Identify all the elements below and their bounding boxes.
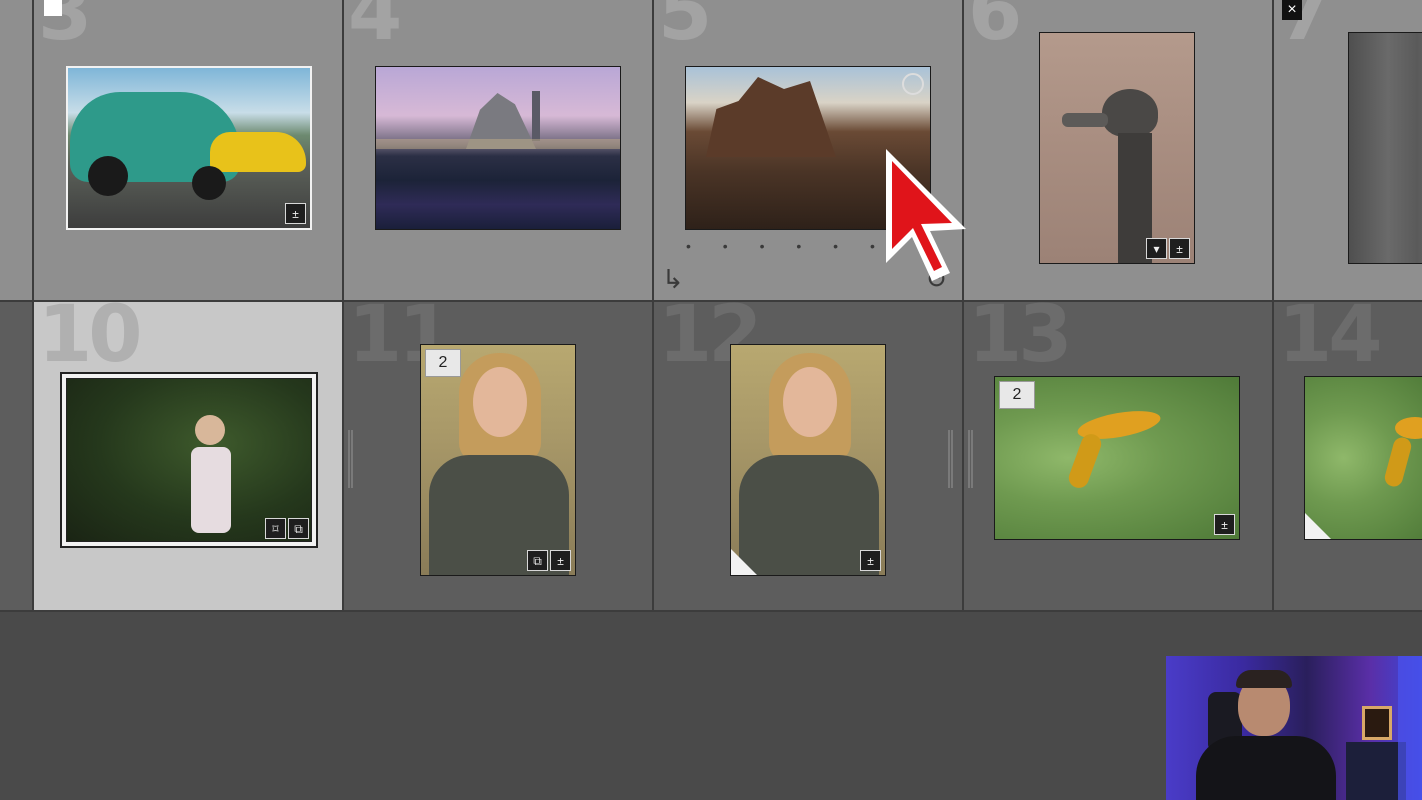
photo-thumbnail-smiling-woman[interactable]: 2 ⧉ ± xyxy=(420,344,576,576)
thumbnail-badges: ⌑ ⧉ xyxy=(265,518,309,539)
photo-thumbnail-smiling-woman-copy[interactable]: ± xyxy=(730,344,886,576)
stack-count-badge[interactable]: 2 xyxy=(999,381,1035,409)
comment-icon[interactable]: ▾ xyxy=(1146,238,1167,259)
thumbnail-badges: ⧉ ± xyxy=(527,550,571,571)
thumbnail-badges: ± xyxy=(285,203,306,224)
virtual-copy-corner-icon xyxy=(731,549,757,575)
rating-stars-dots[interactable]: • • • • • • xyxy=(686,238,889,254)
close-icon[interactable]: × xyxy=(1282,0,1302,20)
stack-collapse-handle[interactable] xyxy=(948,430,953,488)
cell-index-number: 13 xyxy=(968,302,1073,380)
cell-index-number: 4 xyxy=(348,0,402,58)
develop-adjusted-icon[interactable]: ± xyxy=(550,550,571,571)
cell-index-number: 5 xyxy=(658,0,712,58)
photo-thumbnail-flying-bird[interactable]: 2 ± xyxy=(994,376,1240,540)
rotate-left-icon[interactable]: ↳ xyxy=(662,264,684,295)
grid-cell-partial-left[interactable] xyxy=(0,302,34,612)
cell-index-number: 10 xyxy=(38,302,143,380)
photo-thumbnail-bw-street[interactable] xyxy=(1348,32,1422,264)
grid-cell-4[interactable]: 4 xyxy=(344,0,654,302)
stack-count-badge[interactable]: 2 xyxy=(425,349,461,377)
grid-cell-partial-left[interactable] xyxy=(0,0,34,302)
grid-cell-13[interactable]: 13 2 ± xyxy=(964,302,1274,612)
stack-expand-handle[interactable] xyxy=(968,430,973,488)
cell-index-number: 6 xyxy=(968,0,1022,58)
grid-cell-10-selected[interactable]: 10 ⌑ ⧉ xyxy=(34,302,344,612)
virtual-copy-corner-icon xyxy=(1305,513,1331,539)
cell-index-number: 14 xyxy=(1278,302,1383,380)
photo-thumbnail-girl-in-forest[interactable]: ⌑ ⧉ xyxy=(60,372,318,548)
virtual-copy-icon[interactable]: ⧉ xyxy=(527,550,548,571)
grid-cell-12[interactable]: 12 ± xyxy=(654,302,964,612)
develop-adjusted-icon[interactable]: ± xyxy=(860,550,881,571)
grid-cell-6[interactable]: 6 ▾ ± xyxy=(964,0,1274,302)
photo-thumbnail-flying-bird-copy[interactable] xyxy=(1304,376,1422,540)
stack-expand-handle[interactable] xyxy=(348,430,353,488)
develop-adjusted-icon[interactable]: ± xyxy=(1214,514,1235,535)
grid-cell-3[interactable]: 3 ± xyxy=(34,0,344,302)
grid-cell-11[interactable]: 11 2 ⧉ ± xyxy=(344,302,654,612)
photo-thumbnail-river-town[interactable] xyxy=(375,66,621,230)
photo-thumbnail-emu[interactable]: ▾ ± xyxy=(1039,32,1195,264)
develop-adjusted-icon[interactable]: ± xyxy=(285,203,306,224)
thumbnail-badges: ▾ ± xyxy=(1146,238,1190,259)
quick-collection-circle-icon[interactable] xyxy=(902,73,924,95)
library-grid: 3 ± 4 5 • • • • • • ↳ ↺ 6 ▾ ± 7 × 10 ⌑ ⧉… xyxy=(0,0,1422,612)
mouse-pointer-icon xyxy=(886,149,966,281)
grid-cell-7[interactable]: 7 × xyxy=(1274,0,1422,302)
develop-adjusted-icon[interactable]: ± xyxy=(1169,238,1190,259)
thumbnail-badges: ± xyxy=(860,550,881,571)
keyword-tag-icon[interactable]: ⌑ xyxy=(265,518,286,539)
photo-thumbnail-vw-beetle[interactable]: ± xyxy=(66,66,312,230)
pick-flag-icon[interactable] xyxy=(44,0,62,16)
thumbnail-badges: ± xyxy=(1214,514,1235,535)
grid-cell-14[interactable]: 14 xyxy=(1274,302,1422,612)
virtual-copy-icon[interactable]: ⧉ xyxy=(288,518,309,539)
presenter-webcam-overlay xyxy=(1166,656,1422,800)
